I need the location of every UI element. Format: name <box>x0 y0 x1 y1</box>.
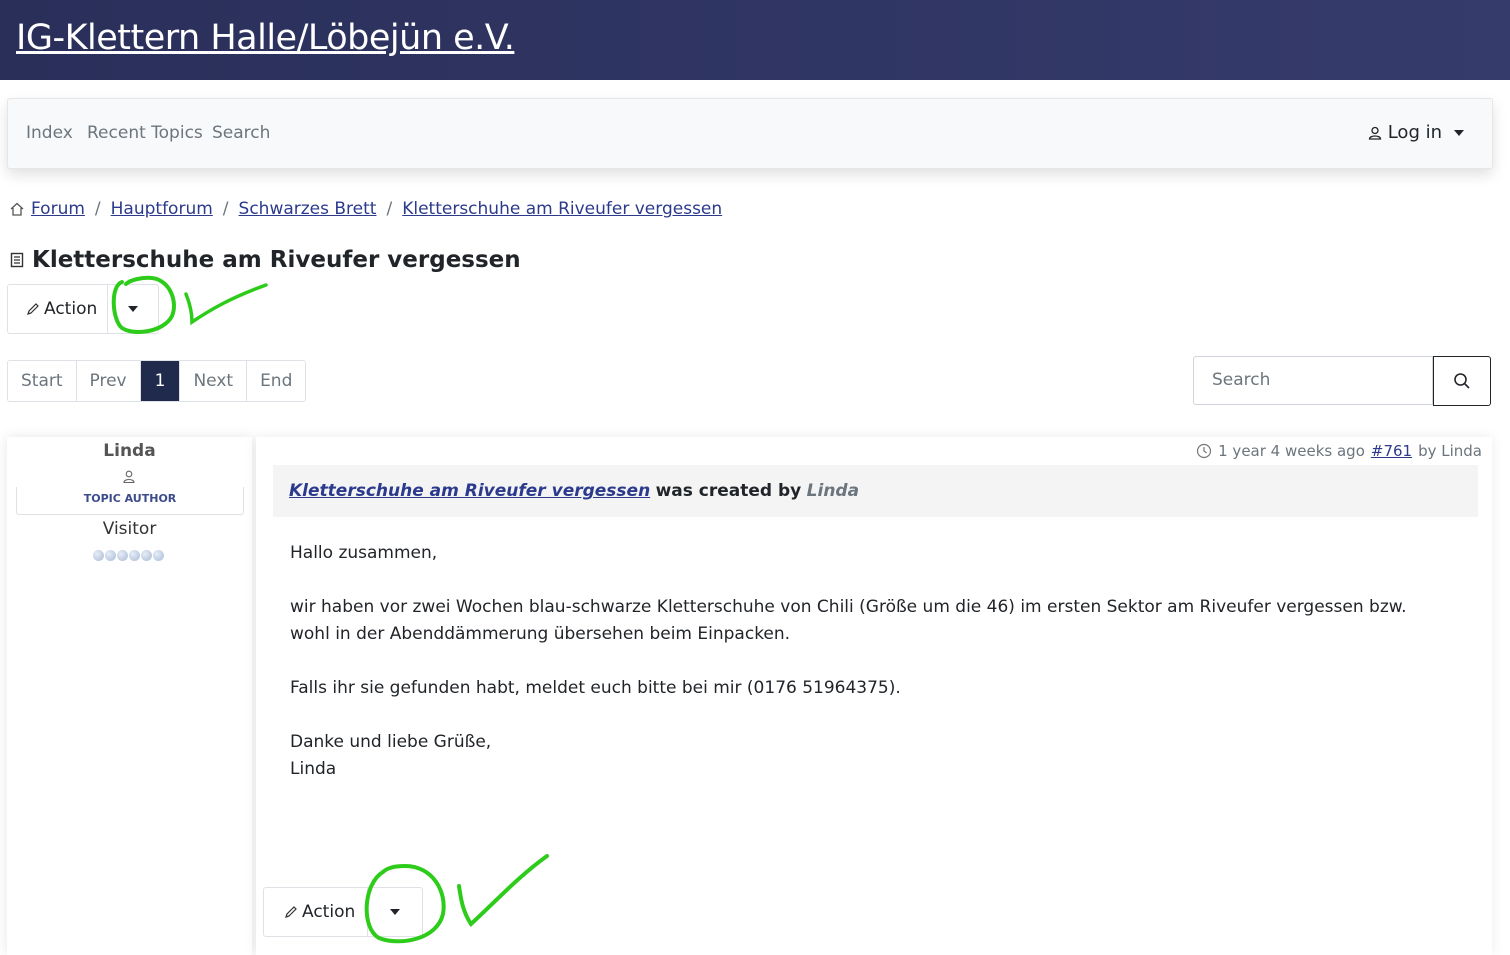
post-meta: 1 year 4 weeks ago #761 by Linda <box>1196 442 1482 460</box>
nav-item-search[interactable]: Search <box>212 123 270 143</box>
document-icon <box>10 252 24 268</box>
page-start[interactable]: Start <box>8 361 77 401</box>
author-profile: Linda TOPIC AUTHOR Visitor <box>7 437 252 955</box>
post-action-button[interactable]: Action <box>264 888 369 936</box>
site-title-link[interactable]: IG-Klettern Halle/Löbejün e.V. <box>16 18 515 58</box>
caret-down-icon <box>1454 129 1464 136</box>
clock-icon <box>1197 443 1212 459</box>
post-body: Hallo zusammen, wir haben vor zwei Woche… <box>290 540 1450 783</box>
pagination: Start Prev 1 Next End <box>7 360 307 402</box>
nav-item-index[interactable]: Index <box>26 123 73 143</box>
topic-action-label: Action <box>44 299 98 319</box>
caret-down-icon <box>390 909 401 915</box>
post-time: 1 year 4 weeks ago <box>1218 442 1365 460</box>
caret-down-icon <box>128 306 139 312</box>
pencil-icon <box>27 303 39 315</box>
breadcrumb-hauptforum[interactable]: Hauptforum <box>111 199 213 219</box>
post-paragraph: wir haben vor zwei Wochen blau-schwarze … <box>290 597 1407 644</box>
nav-item-recent-topics[interactable]: Recent Topics <box>87 123 203 143</box>
post-action-dropdown-toggle[interactable] <box>368 888 422 936</box>
author-name[interactable]: Linda <box>7 441 252 461</box>
breadcrumb-topic[interactable]: Kletterschuhe am Riveufer vergessen <box>402 199 722 219</box>
pencil-icon <box>285 906 297 918</box>
author-rank: Visitor <box>102 519 157 539</box>
post-message: 1 year 4 weeks ago #761 by Linda Kletter… <box>256 437 1492 955</box>
topic-title: Kletterschuhe am Riveufer vergessen <box>10 247 521 273</box>
post-author[interactable]: Linda <box>807 481 859 501</box>
rank-image <box>93 550 164 561</box>
post-topic-link[interactable]: Kletterschuhe am Riveufer vergessen <box>289 481 650 501</box>
breadcrumb-separator: / <box>386 199 393 219</box>
breadcrumb: Forum / Hauptforum / Schwarzes Brett / K… <box>9 199 722 219</box>
post-header: Kletterschuhe am Riveufer vergessen was … <box>273 465 1478 517</box>
topic-author-badge: TOPIC AUTHOR <box>16 487 244 515</box>
post-paragraph: Linda <box>290 759 337 779</box>
page-current[interactable]: 1 <box>140 361 181 401</box>
login-label: Log in <box>1387 122 1442 143</box>
topic-action-button-group: Action <box>7 284 160 334</box>
post-paragraph: Falls ihr sie gefunden habt, meldet euch… <box>290 678 901 698</box>
post-action-button-group: Action <box>263 887 424 937</box>
page-end[interactable]: End <box>247 361 306 401</box>
search-icon <box>1454 373 1470 389</box>
topic-action-dropdown-toggle[interactable] <box>108 285 158 333</box>
post-action-label: Action <box>302 902 356 922</box>
user-icon <box>123 470 135 483</box>
topic-action-button[interactable]: Action <box>8 285 109 333</box>
main-navbar: Index Recent Topics Search Log in <box>7 98 1493 169</box>
post-paragraph: Danke und liebe Grüße, <box>290 732 492 752</box>
topic-title-text: Kletterschuhe am Riveufer vergessen <box>32 247 521 273</box>
site-header: IG-Klettern Halle/Löbejün e.V. <box>0 0 1510 80</box>
login-dropdown[interactable]: Log in <box>1368 122 1464 143</box>
page-next[interactable]: Next <box>180 361 248 401</box>
search-input[interactable]: Search <box>1193 356 1433 405</box>
post-created-label: was created by <box>655 481 802 501</box>
breadcrumb-forum[interactable]: Forum <box>31 199 85 219</box>
home-icon <box>10 202 24 216</box>
page-prev[interactable]: Prev <box>76 361 141 401</box>
post-by: by Linda <box>1418 442 1482 460</box>
breadcrumb-separator: / <box>94 199 101 219</box>
post-paragraph: Hallo zusammen, <box>290 543 438 563</box>
search-button[interactable] <box>1433 356 1491 406</box>
breadcrumb-separator: / <box>222 199 229 219</box>
breadcrumb-schwarzes-brett[interactable]: Schwarzes Brett <box>239 199 377 219</box>
user-icon <box>1368 126 1381 140</box>
post-number-link[interactable]: #761 <box>1371 442 1412 460</box>
